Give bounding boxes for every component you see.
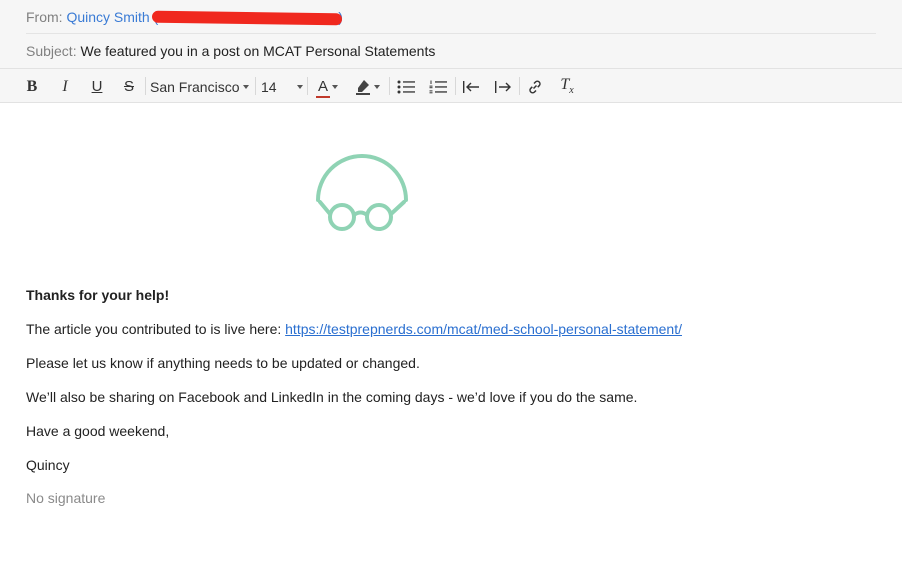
- highlighter-icon: [356, 79, 370, 95]
- clear-formatting-icon: Tx: [560, 76, 573, 96]
- outdent-icon: [463, 80, 479, 93]
- indent-button[interactable]: [492, 69, 514, 104]
- clear-formatting-button[interactable]: Tx: [556, 69, 578, 104]
- text-color-icon: A: [315, 78, 330, 98]
- link-icon: [529, 80, 541, 93]
- clear-format-glyph: T: [560, 76, 570, 94]
- bold-icon: B: [26, 77, 38, 95]
- header-divider: [26, 33, 876, 34]
- font-size-select[interactable]: 14: [261, 69, 303, 104]
- bulleted-list-icon: [397, 80, 415, 93]
- underline-icon: U: [91, 78, 103, 95]
- chevron-down-icon: [243, 84, 250, 89]
- message-greeting: Thanks for your help!: [26, 287, 170, 303]
- redaction-mark: [151, 10, 342, 26]
- message-line-article: The article you contributed to is live h…: [26, 320, 682, 338]
- italic-icon: I: [62, 77, 68, 95]
- article-link[interactable]: https://testprepnerds.com/mcat/med-schoo…: [285, 321, 682, 337]
- clear-format-sub: x: [569, 85, 574, 97]
- toolbar-separator: [455, 77, 456, 95]
- underline-button[interactable]: U: [87, 69, 107, 104]
- from-row[interactable]: From: Quincy Smith (): [26, 8, 343, 26]
- message-line-weekend: Have a good weekend,: [26, 423, 170, 439]
- subject-field[interactable]: We featured you in a post on MCAT Person…: [80, 43, 435, 59]
- insert-link-button[interactable]: [524, 69, 546, 104]
- from-name[interactable]: Quincy Smith: [66, 9, 149, 25]
- message-signoff: Quincy: [26, 457, 70, 473]
- highlight-color-button[interactable]: [353, 69, 383, 104]
- message-line-update: Please let us know if anything needs to …: [26, 355, 420, 371]
- toolbar-separator: [255, 77, 256, 95]
- strikethrough-button[interactable]: S: [119, 69, 139, 104]
- chevron-down-icon: [332, 84, 338, 89]
- chevron-down-icon: [297, 84, 303, 89]
- glasses-logo-icon: [312, 150, 412, 241]
- text-color-glyph: A: [317, 78, 328, 95]
- text-color-button[interactable]: A: [313, 69, 343, 104]
- toolbar-separator: [307, 77, 308, 95]
- outdent-button[interactable]: [460, 69, 482, 104]
- subject-label: Subject:: [26, 43, 77, 59]
- chevron-down-icon: [374, 84, 380, 89]
- font-family-select[interactable]: San Francisco: [150, 69, 254, 104]
- font-size-value: 14: [261, 78, 277, 95]
- subject-row[interactable]: Subject: We featured you in a post on MC…: [26, 42, 435, 60]
- toolbar-separator: [389, 77, 390, 95]
- numbered-list-icon: [429, 80, 447, 93]
- from-email[interactable]: (): [151, 9, 343, 26]
- message-line-sharing: We’ll also be sharing on Facebook and Li…: [26, 389, 638, 405]
- indent-icon: [495, 80, 511, 93]
- toolbar-separator: [145, 77, 146, 95]
- bulleted-list-button[interactable]: [395, 69, 417, 104]
- font-family-value: San Francisco: [150, 78, 240, 95]
- text-color-swatch: [315, 96, 330, 98]
- italic-button[interactable]: I: [55, 69, 75, 104]
- bold-button[interactable]: B: [22, 69, 42, 104]
- signature-selector[interactable]: No signature: [26, 489, 105, 507]
- numbered-list-button[interactable]: [427, 69, 449, 104]
- strikethrough-icon: S: [123, 78, 134, 95]
- formatting-toolbar: B I U S San Francisco 14 A Tx: [0, 68, 902, 103]
- from-label: From:: [26, 9, 63, 25]
- article-text: The article you contributed to is live h…: [26, 321, 286, 337]
- toolbar-separator: [519, 77, 520, 95]
